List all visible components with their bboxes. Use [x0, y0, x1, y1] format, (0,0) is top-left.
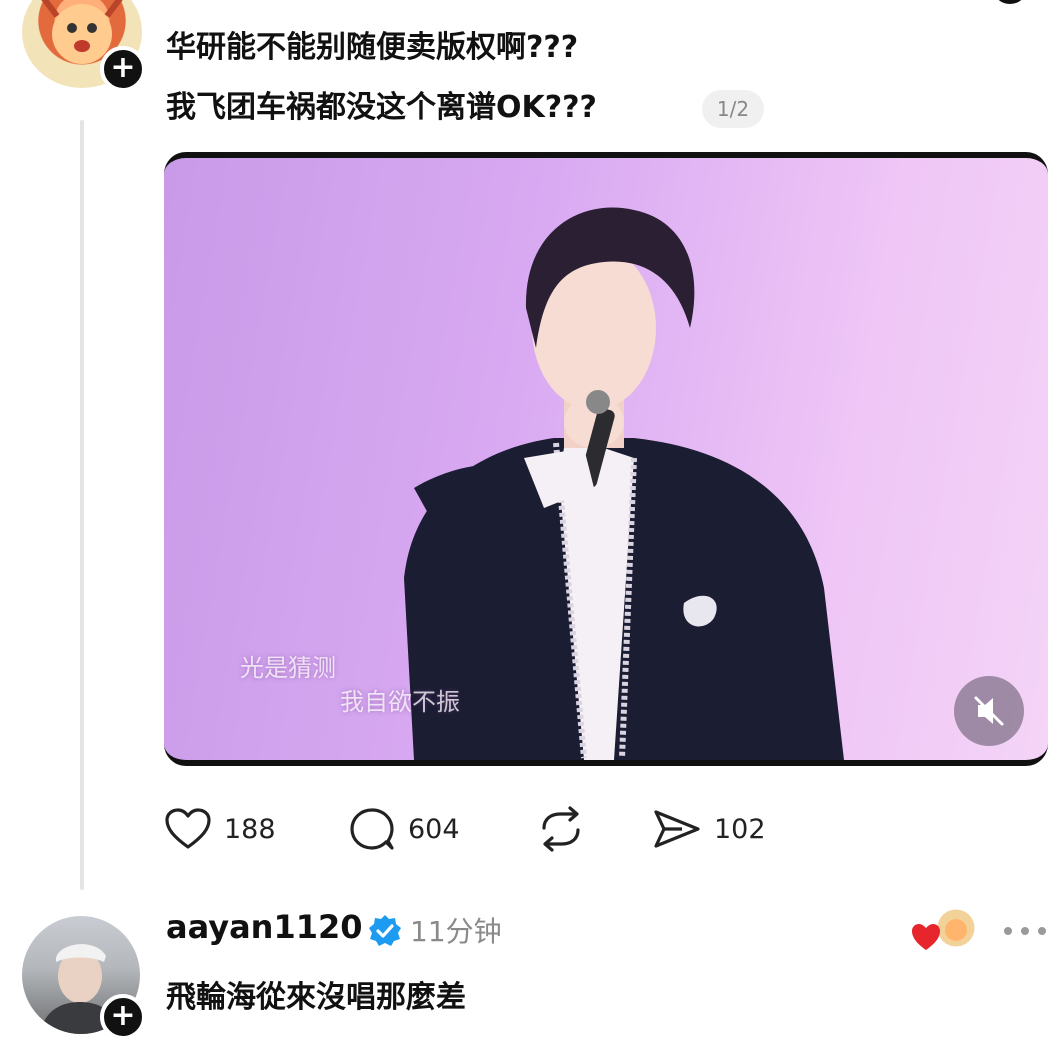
- post-text-line-1: 华研能不能别随便卖版权啊???: [166, 30, 579, 65]
- lyric-subtitle-1: 光是猜测: [240, 654, 336, 682]
- verified-badge-icon: [369, 915, 401, 946]
- circle-icon[interactable]: [990, 0, 1030, 20]
- post-video[interactable]: 光是猜测 我自欲不振: [164, 152, 1048, 766]
- like-count: 188: [224, 813, 276, 845]
- comment-bubble-icon: [350, 808, 394, 850]
- repost-icon: [542, 806, 580, 852]
- like-button[interactable]: 188: [164, 806, 276, 852]
- media-page-counter: 1/2: [702, 90, 764, 128]
- heart-icon: [165, 808, 211, 849]
- more-options-icon[interactable]: [1000, 916, 1050, 946]
- post-text-line-2: 我飞团车祸都没这个离谱OK???: [166, 90, 597, 125]
- comment-button[interactable]: 604: [348, 806, 460, 852]
- follow-button[interactable]: +: [100, 46, 146, 92]
- reply-text: 飛輪海從來沒唱那麼差: [166, 980, 466, 1015]
- comment-count: 604: [408, 813, 460, 845]
- liked-by-author-indicator: [910, 906, 982, 960]
- lyric-subtitle-2: 我自欲不振: [340, 688, 460, 716]
- share-button[interactable]: 102: [652, 806, 766, 852]
- reply-follow-button[interactable]: +: [100, 994, 146, 1040]
- speaker-muted-icon: [974, 696, 1004, 726]
- thread-line: [80, 120, 84, 890]
- reply-timestamp: 11分钟: [410, 915, 502, 948]
- heart-filled-icon: [912, 924, 940, 950]
- share-count: 102: [714, 813, 766, 845]
- send-icon: [654, 810, 700, 848]
- mute-toggle-button[interactable]: [954, 676, 1024, 746]
- reply-username[interactable]: aayan1120: [166, 908, 363, 946]
- repost-button[interactable]: [536, 806, 586, 852]
